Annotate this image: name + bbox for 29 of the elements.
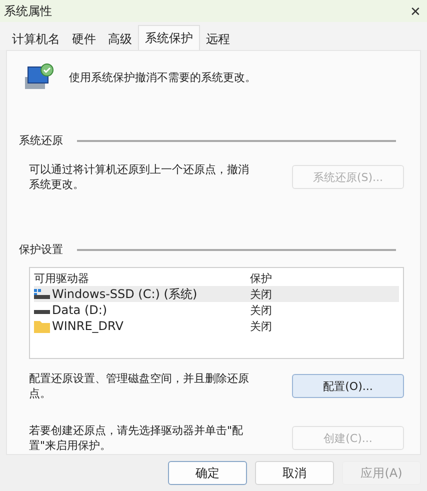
folder-icon	[34, 320, 50, 332]
group-heading: 保护设置	[19, 242, 63, 257]
create-description: 若要创建还原点，请先选择驱动器并单击"配置"来启用保护。	[29, 423, 244, 453]
description-text: 使用系统保护撤消不需要的系统更改。	[69, 70, 256, 84]
configure-description: 配置还原设置、管理磁盘空间，并且删除还原点。	[29, 371, 250, 401]
restore-description: 可以通过将计算机还原到上一个还原点，撤消系统更改。	[29, 162, 250, 192]
tab[interactable]: 计算机名	[6, 28, 66, 50]
protection-status: 关闭	[250, 286, 272, 302]
drive-name: Windows-SSD (C:) (系统)	[52, 286, 198, 302]
configure-button[interactable]: 配置(O)...	[292, 374, 404, 398]
drive-row[interactable]: Windows-SSD (C:) (系统) 关闭	[34, 286, 399, 302]
protection-status: 关闭	[250, 318, 272, 334]
column-header: 可用驱动器	[34, 270, 90, 286]
drive-name: Data (D:)	[52, 303, 108, 317]
tab[interactable]: 远程	[200, 28, 236, 50]
drive-row[interactable]: Data (D:) 关闭	[34, 302, 399, 318]
tab[interactable]: 硬件	[66, 28, 102, 50]
drive-icon	[34, 289, 50, 299]
drive-name: WINRE_DRV	[52, 319, 124, 333]
column-header: 保护	[250, 270, 272, 286]
window-title: 系统属性	[4, 2, 52, 20]
dialog-button[interactable]: 确定	[168, 461, 247, 485]
group-heading: 系统还原	[19, 133, 63, 148]
tab[interactable]: 系统保护	[138, 25, 200, 50]
close-button[interactable]: ✕	[404, 4, 427, 18]
drive-row[interactable]: WINRE_DRV 关闭	[34, 318, 399, 334]
tab[interactable]: 高级	[102, 28, 138, 50]
protection-status: 关闭	[250, 302, 272, 318]
dialog-button[interactable]: 取消	[255, 461, 334, 485]
